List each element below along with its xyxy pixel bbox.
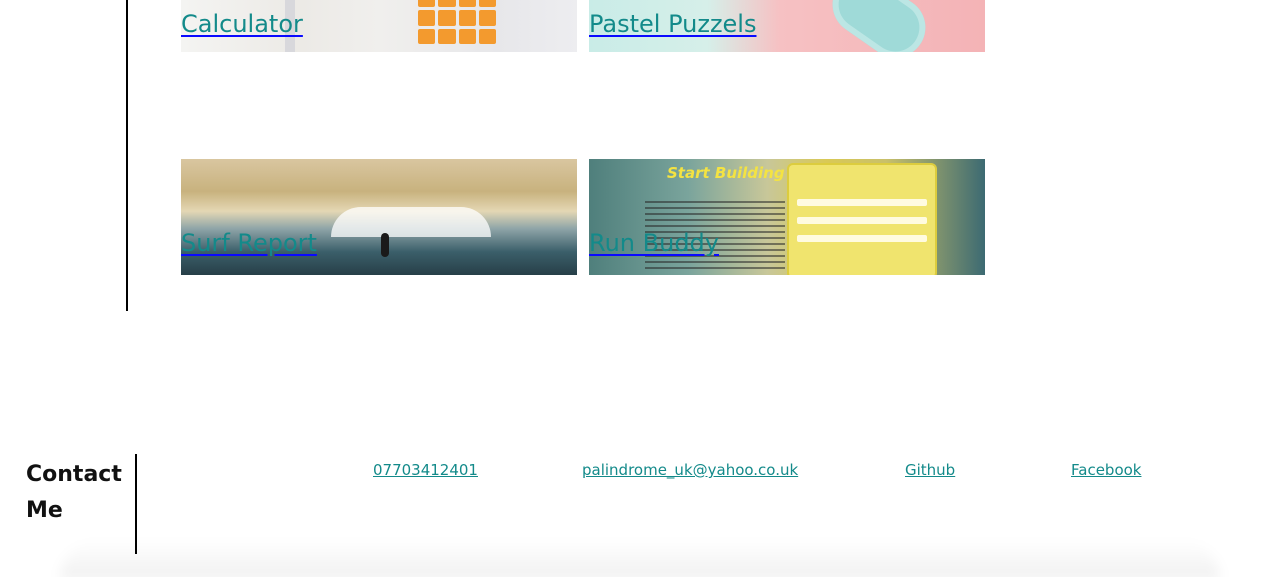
project-title-run-buddy[interactable]: Run Buddy (589, 229, 719, 257)
project-card-calculator[interactable]: Calculator (181, 0, 577, 52)
projects-divider (126, 0, 128, 311)
project-card-surf-report[interactable]: Surf Report (181, 159, 577, 275)
wave-illustration (331, 207, 491, 237)
form-field (797, 217, 927, 224)
footer-shadow (60, 540, 1220, 577)
email-link[interactable]: palindrome_uk@yahoo.co.uk (582, 460, 798, 480)
page: Calculator Pastel Puzzels Surf Report St… (0, 0, 1280, 577)
project-title-surf-report[interactable]: Surf Report (181, 229, 317, 257)
github-link[interactable]: Github (905, 460, 955, 480)
form-field (797, 235, 927, 242)
surfer-illustration (381, 233, 389, 257)
surf-report-thumbnail (181, 159, 577, 275)
signup-form-illustration (789, 165, 935, 275)
project-title-calculator[interactable]: Calculator (181, 10, 303, 38)
contact-heading: Contact Me (26, 462, 122, 523)
form-field (797, 199, 927, 206)
contact-divider (135, 454, 137, 554)
keypad-illustration (418, 0, 496, 44)
project-card-pastel-puzzels[interactable]: Pastel Puzzels (589, 0, 985, 52)
run-buddy-thumbnail: Start Building Habits. (589, 159, 985, 275)
car-illustration (820, 0, 938, 52)
phone-link[interactable]: 07703412401 (373, 460, 478, 480)
project-title-pastel-puzzels[interactable]: Pastel Puzzels (589, 10, 756, 38)
facebook-link[interactable]: Facebook (1071, 460, 1141, 480)
project-card-run-buddy[interactable]: Start Building Habits. Run Buddy (589, 159, 985, 275)
